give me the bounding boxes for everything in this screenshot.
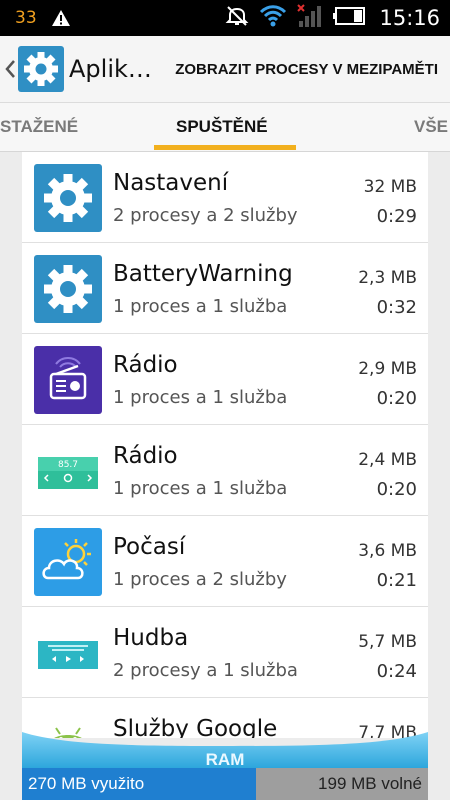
- running-apps-list[interactable]: Nastavení 2 procesy a 2 služby 32 MB 0:2…: [0, 152, 450, 738]
- app-run-time: 0:20: [376, 479, 417, 500]
- wifi-icon: [259, 4, 287, 32]
- ram-used-text: 270 MB využito: [22, 768, 256, 800]
- list-item[interactable]: 85.7 Rádio 1 proces a 1 služba 2,4 MB 0:…: [22, 425, 428, 516]
- app-memory-size: 2,3 MB: [358, 268, 417, 288]
- tab-running[interactable]: SPUŠTĚNÉ: [176, 103, 268, 151]
- tab-all[interactable]: VŠE: [414, 103, 448, 151]
- weather-icon: [34, 528, 102, 596]
- app-process-detail: 1 proces a 1 služba: [113, 478, 288, 499]
- app-name: Rádio: [113, 352, 178, 378]
- warning-icon: [51, 8, 71, 28]
- app-name: Nastavení: [113, 170, 229, 196]
- app-name: Hudba: [113, 625, 189, 651]
- app-memory-size: 32 MB: [363, 177, 417, 197]
- back-chevron-icon[interactable]: [4, 57, 16, 81]
- settings-app-icon[interactable]: [18, 46, 64, 92]
- ram-free-text: 199 MB volné: [256, 768, 428, 800]
- fm-radio-icon: 85.7: [34, 437, 102, 505]
- active-tab-indicator: [154, 145, 296, 150]
- app-run-time: 0:24: [376, 661, 417, 682]
- app-process-detail: 1 proces a 1 služba: [113, 296, 288, 317]
- show-cached-processes-button[interactable]: ZOBRAZIT PROCESY V MEZIPAMĚTI: [175, 61, 438, 78]
- app-process-detail: 1 proces a 1 služba: [113, 387, 288, 408]
- settings-icon: [34, 255, 102, 323]
- music-icon: [34, 619, 102, 687]
- app-run-time: 0:32: [376, 297, 417, 318]
- battery-icon: [333, 7, 366, 29]
- app-run-time: 0:29: [376, 206, 417, 227]
- battery-level-text: 33: [15, 8, 37, 28]
- list-item[interactable]: Rádio 1 proces a 1 služba 2,9 MB 0:20: [22, 334, 428, 425]
- signal-icon: [297, 3, 323, 33]
- app-process-detail: 1 proces a 2 služby: [113, 569, 287, 590]
- app-run-time: 0:21: [376, 570, 417, 591]
- app-memory-size: 2,9 MB: [358, 359, 417, 379]
- status-bar: 33 15:16: [0, 0, 450, 36]
- app-memory-size: 2,4 MB: [358, 450, 417, 470]
- page-title[interactable]: Aplik…: [69, 55, 161, 83]
- app-run-time: 0:20: [376, 388, 417, 409]
- list-item[interactable]: Hudba 2 procesy a 1 služba 5,7 MB 0:24: [22, 607, 428, 698]
- radio-icon: [34, 346, 102, 414]
- clock: 15:16: [379, 6, 440, 30]
- tab-bar: STAŽENÉ SPUŠTĚNÉ VŠE: [0, 102, 450, 152]
- list-item[interactable]: Nastavení 2 procesy a 2 služby 32 MB 0:2…: [22, 152, 428, 243]
- app-memory-size: 3,6 MB: [358, 541, 417, 561]
- settings-icon: [34, 164, 102, 232]
- app-process-detail: 2 procesy a 1 služba: [113, 660, 298, 681]
- mute-icon: [225, 4, 249, 32]
- ram-label: RAM: [205, 750, 245, 769]
- list-item[interactable]: Počasí 1 proces a 2 služby 3,6 MB 0:21: [22, 516, 428, 607]
- app-memory-size: 5,7 MB: [358, 632, 417, 652]
- app-name: Rádio: [113, 443, 178, 469]
- app-process-detail: 2 procesy a 2 služby: [113, 205, 298, 226]
- app-name: BatteryWarning: [113, 261, 293, 287]
- app-name: Počasí: [113, 534, 186, 560]
- list-item[interactable]: BatteryWarning 1 proces a 1 služba 2,3 M…: [22, 243, 428, 334]
- fm-frequency-text: 85.7: [57, 460, 79, 470]
- tab-downloaded[interactable]: STAŽENÉ: [0, 103, 78, 151]
- action-bar: Aplik… ZOBRAZIT PROCESY V MEZIPAMĚTI: [0, 36, 450, 102]
- ram-usage-panel: RAM 270 MB využito 199 MB volné: [0, 722, 450, 800]
